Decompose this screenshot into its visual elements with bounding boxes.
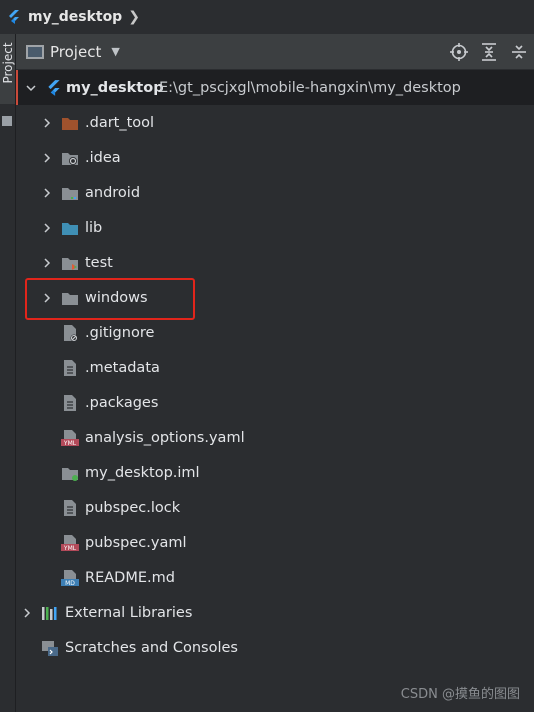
chevron-right-icon[interactable] bbox=[40, 256, 54, 270]
highlight-box bbox=[25, 278, 195, 320]
project-side-tab-label: Project bbox=[1, 42, 15, 84]
svg-text:YML: YML bbox=[63, 440, 77, 447]
gitignore-file-icon bbox=[64, 324, 78, 341]
markdown-file-icon: MD bbox=[61, 569, 79, 587]
tree-file-packages[interactable]: .packages bbox=[16, 385, 534, 420]
tree-file-metadata[interactable]: .metadata bbox=[16, 350, 534, 385]
tree-scratches[interactable]: Scratches and Consoles bbox=[16, 630, 534, 665]
chevron-right-icon[interactable] bbox=[40, 186, 54, 200]
root-name: my_desktop bbox=[66, 79, 164, 96]
collapse-all-icon[interactable] bbox=[474, 34, 504, 69]
scratches-icon bbox=[42, 640, 58, 656]
yaml-file-icon: YML bbox=[61, 534, 79, 552]
folder-label: .idea bbox=[85, 149, 121, 166]
scratches-label: Scratches and Consoles bbox=[65, 639, 238, 656]
iml-file-icon bbox=[62, 467, 78, 481]
text-file-icon bbox=[64, 359, 76, 376]
chevron-right-icon[interactable] bbox=[40, 221, 54, 235]
file-label: .metadata bbox=[85, 359, 160, 376]
expand-icon[interactable] bbox=[504, 34, 534, 69]
root-path: E:\gt_pscjxgl\mobile-hangxin\my_desktop bbox=[159, 79, 461, 96]
folder-label: lib bbox=[85, 219, 103, 236]
file-label: pubspec.lock bbox=[85, 499, 181, 516]
tree-folder-lib[interactable]: lib bbox=[16, 210, 534, 245]
folder-module-icon bbox=[62, 187, 78, 200]
tree-folder-idea[interactable]: .idea bbox=[16, 140, 534, 175]
watermark: CSDN @摸鱼的图图 bbox=[400, 687, 520, 702]
folder-label: android bbox=[85, 184, 141, 201]
folder-source-icon bbox=[62, 222, 78, 235]
project-tree: my_desktop E:\gt_pscjxgl\mobile-hangxin\… bbox=[16, 70, 534, 665]
breadcrumb-project[interactable]: my_desktop bbox=[28, 9, 122, 25]
flutter-icon bbox=[48, 79, 60, 96]
folder-icon bbox=[2, 116, 12, 126]
flutter-icon bbox=[9, 10, 19, 24]
tree-external-libraries[interactable]: External Libraries bbox=[16, 595, 534, 630]
navigation-breadcrumb: my_desktop ❯ bbox=[0, 0, 534, 34]
text-file-icon bbox=[64, 394, 76, 411]
yaml-file-icon: YML bbox=[61, 429, 79, 447]
file-label: .gitignore bbox=[85, 324, 155, 341]
left-tool-strip bbox=[0, 34, 16, 712]
file-label: .packages bbox=[85, 394, 159, 411]
library-icon bbox=[42, 606, 57, 620]
folder-excluded-icon bbox=[62, 117, 78, 130]
tree-file-gitignore[interactable]: .gitignore bbox=[16, 315, 534, 350]
tree-folder-test[interactable]: test bbox=[16, 245, 534, 280]
folder-label: .dart_tool bbox=[85, 114, 155, 131]
file-label: my_desktop.iml bbox=[85, 464, 200, 481]
project-view-title[interactable]: Project bbox=[50, 43, 101, 61]
tree-root-row[interactable]: my_desktop E:\gt_pscjxgl\mobile-hangxin\… bbox=[16, 70, 534, 105]
crosshair-icon[interactable] bbox=[444, 34, 474, 69]
svg-text:MD: MD bbox=[65, 580, 75, 587]
tree-file-analysis-options[interactable]: YML analysis_options.yaml bbox=[16, 420, 534, 455]
chevron-right-icon[interactable] bbox=[40, 151, 54, 165]
project-view-icon bbox=[26, 44, 44, 59]
chevron-right-icon[interactable] bbox=[20, 606, 34, 620]
external-libraries-label: External Libraries bbox=[65, 604, 193, 621]
tree-file-iml[interactable]: my_desktop.iml bbox=[16, 455, 534, 490]
project-side-tab[interactable]: Project bbox=[0, 34, 15, 126]
folder-label: test bbox=[85, 254, 113, 271]
file-label: README.md bbox=[85, 569, 175, 586]
chevron-right-icon[interactable] bbox=[40, 116, 54, 130]
project-toolbar: Project ▼ bbox=[16, 34, 534, 69]
tree-folder-dart-tool[interactable]: .dart_tool bbox=[16, 105, 534, 140]
text-file-icon bbox=[64, 499, 76, 516]
file-label: pubspec.yaml bbox=[85, 534, 187, 551]
tree-folder-android[interactable]: android bbox=[16, 175, 534, 210]
chevron-down-icon[interactable] bbox=[24, 81, 38, 95]
tree-file-pubspec-lock[interactable]: pubspec.lock bbox=[16, 490, 534, 525]
file-label: analysis_options.yaml bbox=[85, 429, 245, 446]
tree-file-readme[interactable]: MD README.md bbox=[16, 560, 534, 595]
chevron-right-icon: ❯ bbox=[128, 9, 140, 25]
folder-test-icon bbox=[62, 257, 78, 270]
svg-text:YML: YML bbox=[63, 545, 77, 552]
folder-idea-icon bbox=[62, 152, 78, 165]
tree-file-pubspec-yaml[interactable]: YML pubspec.yaml bbox=[16, 525, 534, 560]
chevron-down-icon[interactable]: ▼ bbox=[111, 45, 119, 58]
